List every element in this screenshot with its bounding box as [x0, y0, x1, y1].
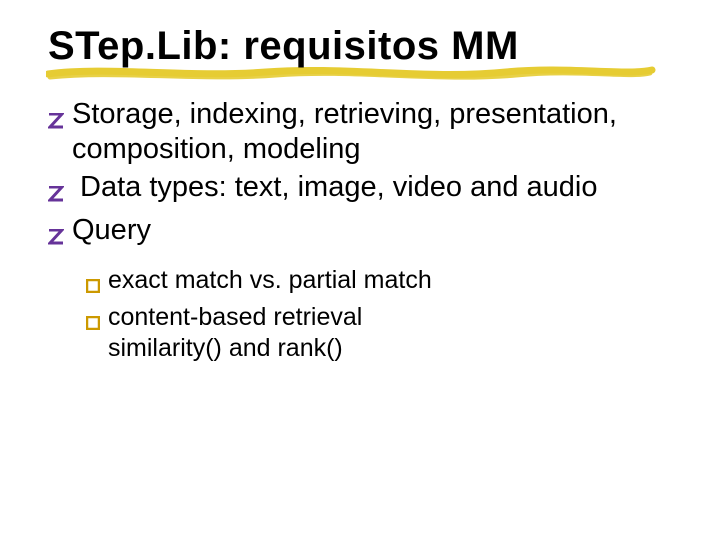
slide: STep.Lib: requisitos MM Storage, indexin… — [0, 0, 720, 385]
bullet-item: Query — [48, 213, 680, 254]
bullet-item: Data types: text, image, video and audio — [48, 170, 680, 211]
z-bullet-icon — [48, 176, 70, 211]
sub-bullet-item: exact match vs. partial match — [86, 265, 680, 301]
bullet-text: Data types: text, image, video and audio — [80, 170, 680, 205]
sub-bullet-item: content-based retrieval similarity() and… — [86, 302, 680, 363]
slide-title: STep.Lib: requisitos MM — [48, 20, 680, 69]
bullet-item: Storage, indexing, retrieving, presentat… — [48, 97, 680, 168]
sub-bullet-list: exact match vs. partial match content-ba… — [48, 265, 680, 364]
sub-bullet-text: exact match vs. partial match — [108, 265, 680, 296]
y-bullet-icon — [86, 307, 106, 338]
bullet-text: Storage, indexing, retrieving, presentat… — [72, 97, 680, 168]
title-wrap: STep.Lib: requisitos MM — [48, 20, 680, 69]
sub-bullet-text: content-based retrieval similarity() and… — [108, 302, 680, 363]
main-bullet-list: Storage, indexing, retrieving, presentat… — [48, 97, 680, 255]
bullet-text: Query — [72, 213, 680, 248]
z-bullet-icon — [48, 219, 70, 254]
z-bullet-icon — [48, 103, 70, 138]
y-bullet-icon — [86, 270, 106, 301]
